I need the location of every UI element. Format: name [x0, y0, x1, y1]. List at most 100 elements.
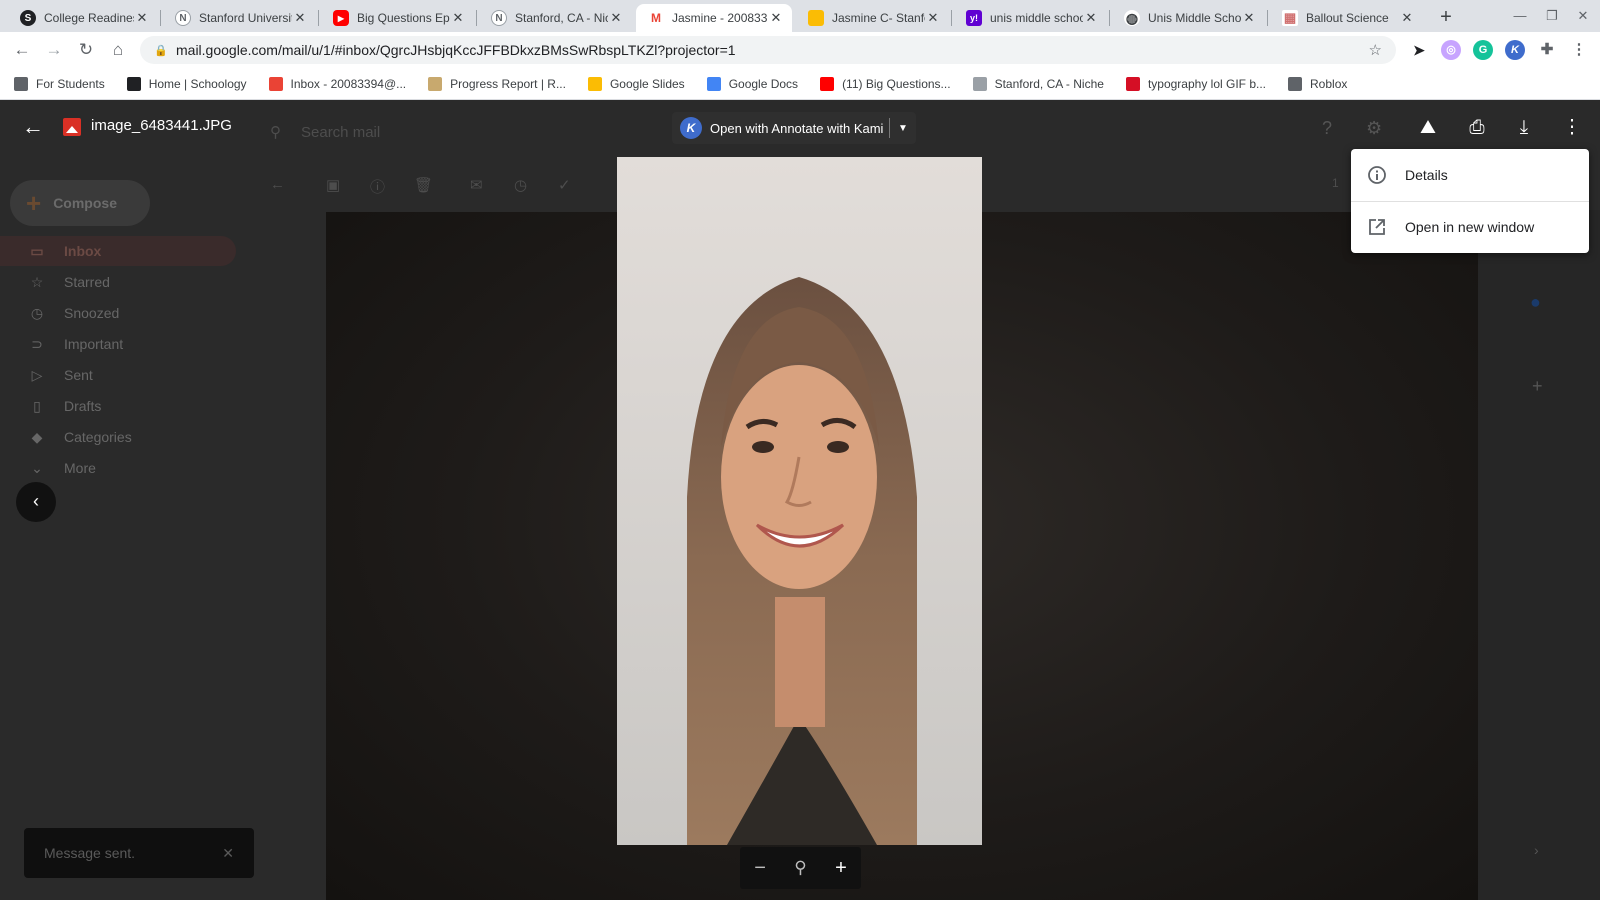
sidebar-item-label: Starred [64, 274, 110, 290]
snooze-icon[interactable]: ◷ [514, 176, 527, 194]
bookmark-item[interactable]: Progress Report | R... [428, 76, 566, 91]
tab-stanford-niche[interactable]: N Stanford, CA - Niche ✕ [479, 4, 632, 32]
bookmark-label: (11) Big Questions... [842, 76, 951, 91]
address-bar[interactable]: 🔒 mail.google.com/mail/u/1/#inbox/QgrcJH… [140, 36, 1396, 64]
close-icon[interactable]: ✕ [134, 10, 150, 26]
sidebar-item-inbox[interactable]: ▭ Inbox [0, 236, 236, 266]
collapse-sidebar-button[interactable]: ‹ [16, 482, 56, 522]
yahoo-icon: y! [966, 10, 982, 26]
compose-button[interactable]: + Compose [10, 180, 150, 226]
draft-icon: ▯ [33, 397, 41, 414]
forward-icon[interactable]: → [42, 38, 66, 62]
restore-icon[interactable]: ❐ [1537, 6, 1567, 26]
add-task-icon[interactable]: ✓ [558, 176, 571, 194]
tab-unis-yahoo[interactable]: y! unis middle school ✕ [954, 4, 1107, 32]
sidebar-item-starred[interactable]: ☆ Starred [0, 267, 236, 297]
menu-item-details[interactable]: Details [1351, 149, 1589, 201]
add-to-drive-icon[interactable]: ⛰ [1414, 114, 1442, 142]
niche-icon [972, 76, 987, 91]
menu-item-label: Open in new window [1405, 219, 1535, 235]
home-icon[interactable]: ⌂ [106, 38, 130, 62]
open-with-kami-button[interactable]: K Open with Annotate with Kami ▼ [672, 112, 916, 144]
tab-jasmine-gmail[interactable]: M Jasmine - 200833 ✕ [636, 4, 792, 32]
tab-big-questions[interactable]: ▶ Big Questions Ep ✕ [321, 4, 474, 32]
back-icon[interactable]: ← [10, 38, 34, 62]
delete-icon[interactable]: 🗑 [414, 176, 433, 194]
bookmark-star-icon[interactable]: ☆ [1369, 41, 1382, 59]
mark-unread-icon[interactable]: ✉ [470, 176, 483, 194]
archive-icon[interactable]: ▣ [326, 176, 340, 194]
tab-title: Jasmine C- Stanford [832, 11, 925, 25]
close-icon[interactable]: ✕ [925, 10, 941, 26]
extensions-puzzle-icon[interactable]: ✚ [1537, 40, 1557, 60]
close-icon[interactable]: ✕ [1241, 10, 1257, 26]
sidebar-item-categories[interactable]: ◆ Categories [0, 422, 236, 452]
bookmark-item[interactable]: For Students [14, 76, 105, 91]
bookmark-item[interactable]: typography lol GIF b... [1125, 76, 1266, 91]
back-to-inbox-icon[interactable]: ← [270, 176, 285, 193]
print-icon[interactable]: ⎙ [1463, 114, 1491, 142]
close-viewer-back-icon[interactable]: ← [20, 114, 46, 140]
color-extension-icon[interactable]: ◎ [1441, 40, 1461, 60]
new-tab-button[interactable]: + [1432, 4, 1460, 30]
zoom-out-icon[interactable]: − [754, 857, 766, 880]
close-icon[interactable]: ✕ [222, 845, 234, 862]
kami-extension-icon[interactable]: K [1505, 40, 1525, 60]
tab-separator [951, 10, 952, 26]
tab-title: Ballout Science [1306, 11, 1389, 25]
zoom-reset-magnifier-icon[interactable]: ⚲ [794, 858, 806, 878]
reload-icon[interactable]: ↻ [74, 38, 98, 62]
bookmark-item[interactable]: Roblox [1288, 76, 1347, 91]
plus-icon: + [26, 188, 42, 218]
chrome-menu-icon[interactable]: ⋮ [1569, 40, 1589, 60]
bookmark-item[interactable]: Home | Schoology [126, 76, 247, 91]
bookmark-item[interactable]: (11) Big Questions... [820, 76, 951, 91]
sidebar-item-drafts[interactable]: ▯ Drafts [0, 391, 236, 421]
bookmark-item[interactable]: Google Docs [706, 76, 798, 91]
niche-icon: N [491, 10, 507, 26]
tab-ballout-science[interactable]: ▦ Ballout Science ✕ [1270, 4, 1423, 32]
settings-gear-icon: ⚙ [1366, 118, 1383, 138]
tab-separator [476, 10, 477, 26]
sidebar-item-important[interactable]: ⊃ Important [0, 329, 236, 359]
close-icon[interactable]: ✕ [768, 10, 784, 26]
menu-item-open-new-window[interactable]: Open in new window [1351, 201, 1589, 253]
open-new-window-icon [1367, 217, 1387, 237]
grammarly-icon[interactable]: G [1473, 40, 1493, 60]
tab-college-readiness[interactable]: S College Readiness ✕ [8, 4, 158, 32]
viewer-header: ← image_6483441.JPG K Open with Annotate… [0, 100, 1600, 156]
close-icon[interactable]: ✕ [608, 10, 624, 26]
tasks-icon[interactable]: ● [1530, 292, 1541, 313]
help-icon: ? [1322, 118, 1333, 138]
add-addon-icon[interactable]: + [1532, 376, 1543, 397]
dropdown-caret-icon[interactable]: ▼ [890, 123, 916, 134]
download-icon[interactable]: ⤓ [1510, 114, 1538, 142]
close-icon[interactable]: ✕ [1083, 10, 1099, 26]
tab-unis-middle-school[interactable]: ◍ Unis Middle School ✕ [1112, 4, 1265, 32]
important-icon: ⊃ [31, 335, 43, 352]
tab-stanford-university[interactable]: N Stanford University ✕ [163, 4, 316, 32]
bookmark-label: For Students [36, 76, 105, 91]
roblox-icon [1288, 76, 1303, 91]
close-icon[interactable]: ✕ [1399, 10, 1415, 26]
close-icon[interactable]: ✕ [450, 10, 466, 26]
hide-panel-icon[interactable]: › [1534, 842, 1539, 858]
bookmark-item[interactable]: Inbox - 20083394@... [268, 76, 406, 91]
close-window-icon[interactable]: ✕ [1568, 6, 1598, 26]
cursor-extension-icon[interactable]: ➤ [1409, 40, 1429, 60]
sidebar-item-sent[interactable]: ▷ Sent [0, 360, 236, 390]
image-file-icon [63, 118, 81, 136]
zoom-in-icon[interactable]: + [835, 857, 847, 880]
tab-jasmine-slides[interactable]: Jasmine C- Stanford ✕ [796, 4, 949, 32]
bookmark-item[interactable]: Stanford, CA - Niche [972, 76, 1104, 91]
tab-separator [160, 10, 161, 26]
sidebar-item-snoozed[interactable]: ◷ Snoozed [0, 298, 236, 328]
report-spam-icon[interactable]: ⓘ [370, 176, 385, 197]
kami-icon: K [680, 117, 702, 139]
more-options-icon[interactable]: ⋮ [1558, 114, 1586, 142]
minimize-icon[interactable]: — [1505, 6, 1535, 26]
sidebar-item-more[interactable]: ⌄ More [0, 453, 236, 483]
close-icon[interactable]: ✕ [292, 10, 308, 26]
bookmark-item[interactable]: Google Slides [587, 76, 685, 91]
schoology-icon [126, 76, 141, 91]
